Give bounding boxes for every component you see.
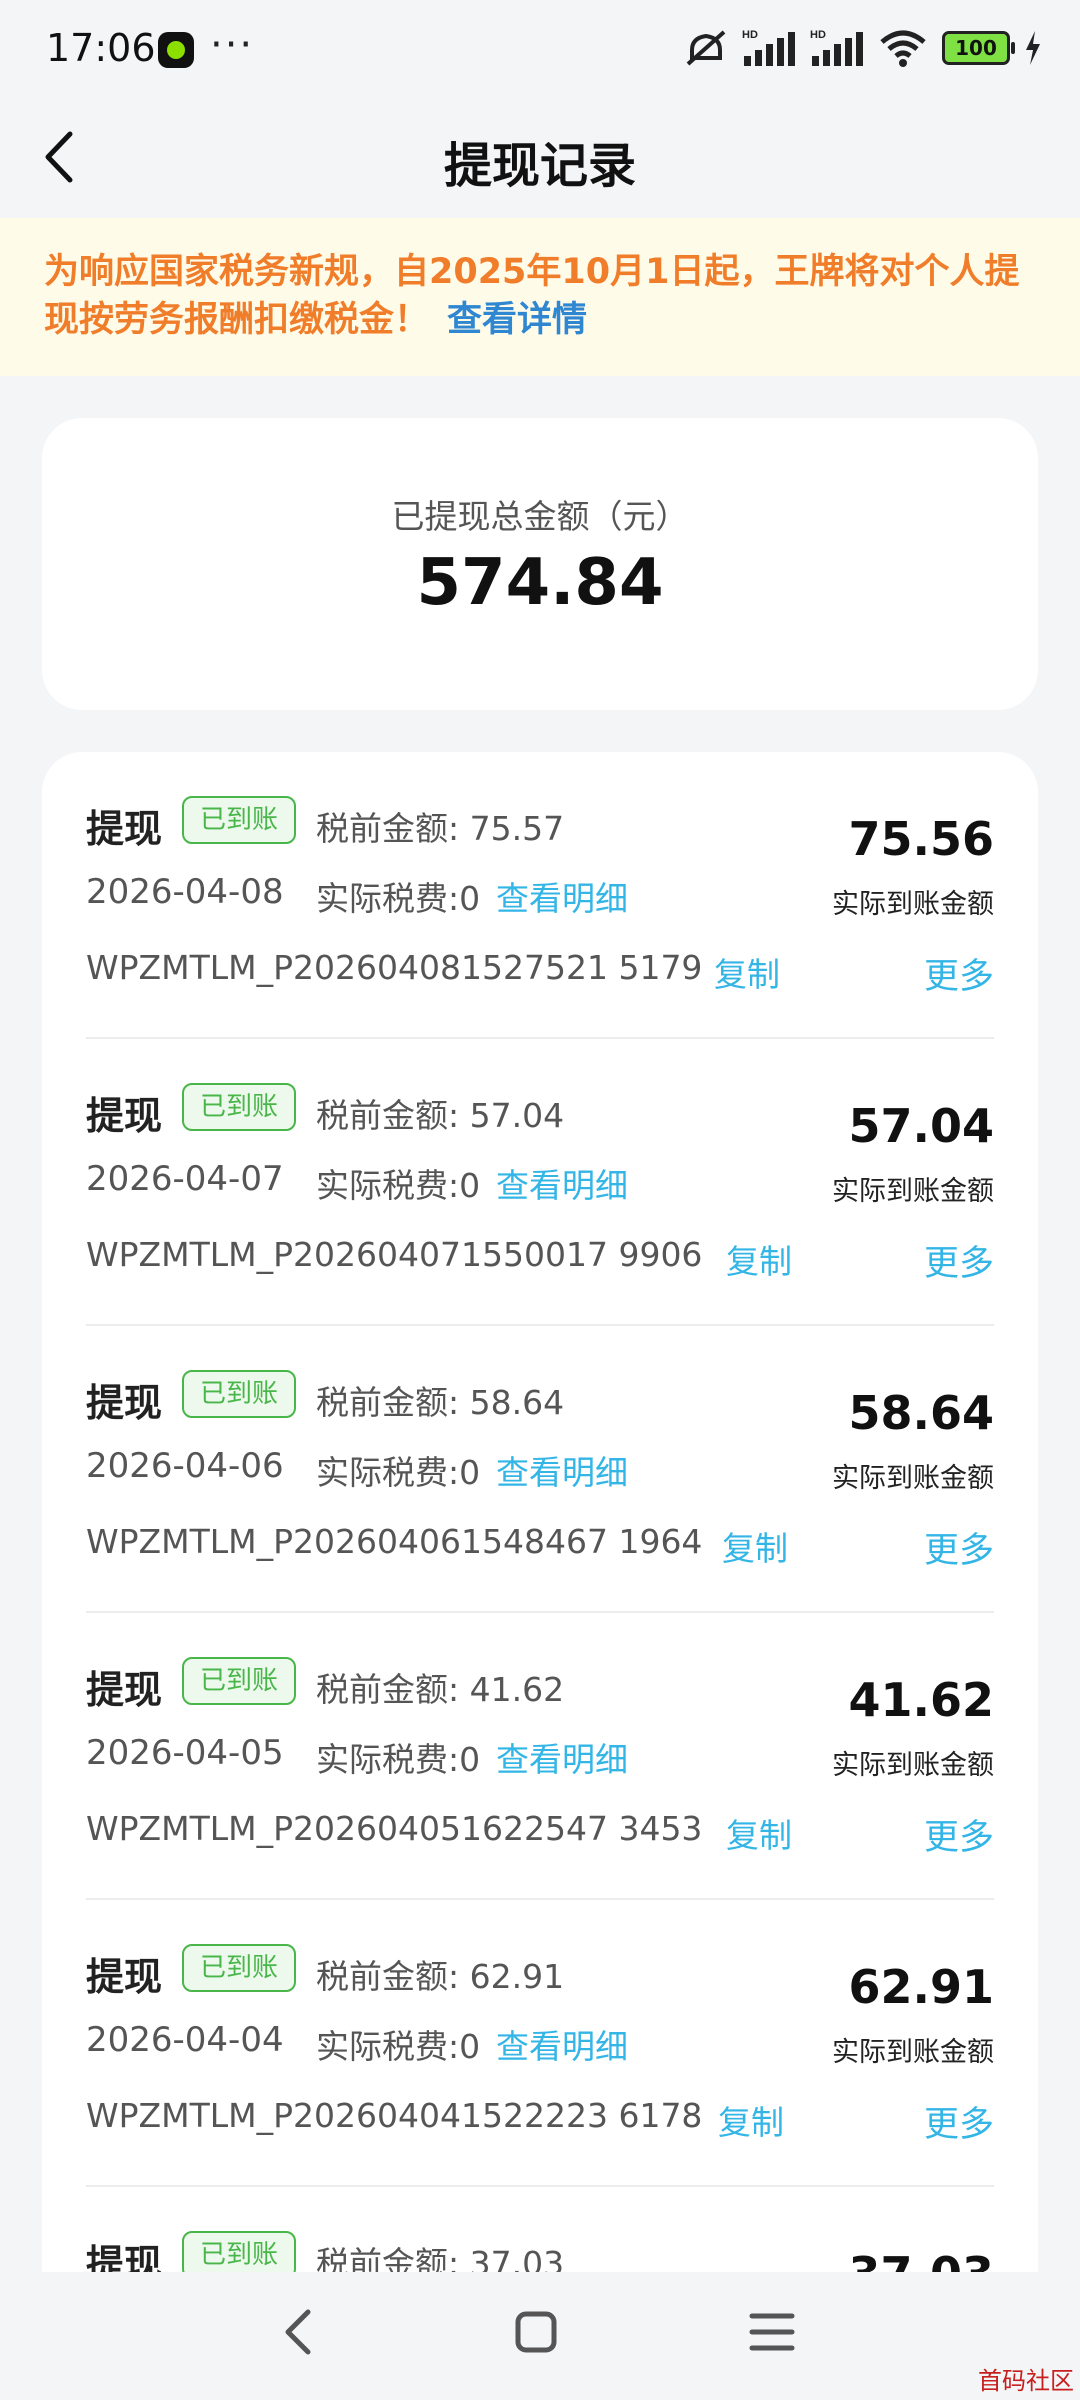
order-number: WPZMTLM_P202604061548467 1964 bbox=[86, 1522, 703, 1561]
view-tax-detail-link[interactable]: 查看明细 bbox=[496, 1446, 628, 1494]
more-button[interactable]: 更多 bbox=[924, 1809, 994, 1860]
record-type: 提现 bbox=[86, 1955, 163, 1999]
mute-icon bbox=[686, 30, 726, 66]
back-icon[interactable] bbox=[270, 2302, 330, 2362]
withdrawal-record[interactable]: 提现 已到账 税前金额: 62.91 2026-04-04 实际税费:0 查看明… bbox=[42, 1900, 1038, 2187]
received-amount-label: 实际到账金额 bbox=[832, 1750, 994, 1781]
status-badge: 已到账 bbox=[182, 1657, 296, 1705]
received-amount: 75.56 bbox=[848, 812, 994, 866]
more-icon: ··· bbox=[210, 22, 255, 68]
record-date: 2026-04-07 bbox=[86, 1159, 284, 1199]
battery-icon: 100 bbox=[942, 31, 1015, 65]
system-nav-bar: 首码社区 bbox=[0, 2272, 1080, 2400]
actual-tax: 实际税费:0 bbox=[316, 879, 481, 918]
app-icon bbox=[158, 32, 194, 68]
pretax-amount: 税前金额: 41.62 bbox=[316, 1670, 565, 1709]
copy-button[interactable]: 复制 bbox=[722, 1522, 788, 1570]
view-tax-detail-link[interactable]: 查看明细 bbox=[496, 1733, 628, 1781]
status-time: 17:06 bbox=[46, 26, 156, 70]
received-amount-label: 实际到账金额 bbox=[832, 2037, 994, 2068]
withdrawal-record[interactable]: 提现 已到账 税前金额: 57.04 2026-04-07 实际税费:0 查看明… bbox=[42, 1039, 1038, 1326]
copy-button[interactable]: 复制 bbox=[714, 948, 780, 996]
status-icons: HD HD 100 bbox=[684, 28, 1042, 68]
more-button[interactable]: 更多 bbox=[924, 1522, 994, 1573]
actual-tax: 实际税费:0 bbox=[316, 2027, 481, 2066]
status-badge: 已到账 bbox=[182, 1944, 296, 1992]
total-amount: 574.84 bbox=[416, 546, 664, 620]
wifi-icon bbox=[880, 30, 926, 67]
received-amount: 57.04 bbox=[848, 1099, 994, 1153]
withdrawal-record[interactable]: 提现 已到账 税前金额: 37.03 37.03 bbox=[42, 2187, 1038, 2272]
order-number: WPZMTLM_P202604041522223 6178 bbox=[86, 2096, 703, 2135]
received-amount: 37.03 bbox=[848, 2247, 994, 2272]
nav-header: 提现记录 bbox=[0, 100, 1080, 218]
actual-tax: 实际税费:0 bbox=[316, 1166, 481, 1205]
menu-icon[interactable] bbox=[742, 2302, 802, 2362]
status-badge: 已到账 bbox=[182, 2231, 296, 2272]
signal-hd-icon: HD bbox=[810, 29, 863, 66]
signal-hd-icon: HD bbox=[742, 29, 795, 66]
copy-button[interactable]: 复制 bbox=[718, 2096, 784, 2144]
status-bar: 17:06 ··· HD HD 100 bbox=[0, 0, 1080, 100]
more-button[interactable]: 更多 bbox=[924, 948, 994, 999]
withdrawal-record[interactable]: 提现 已到账 税前金额: 75.57 2026-04-08 实际税费:0 查看明… bbox=[42, 752, 1038, 1039]
received-amount: 58.64 bbox=[848, 1386, 994, 1440]
pretax-amount: 税前金额: 75.57 bbox=[316, 809, 565, 848]
record-type: 提现 bbox=[86, 1094, 163, 1138]
view-tax-detail-link[interactable]: 查看明细 bbox=[496, 872, 628, 920]
received-amount-label: 实际到账金额 bbox=[832, 1463, 994, 1494]
record-date: 2026-04-06 bbox=[86, 1446, 284, 1486]
received-amount-label: 实际到账金额 bbox=[832, 889, 994, 920]
more-button[interactable]: 更多 bbox=[924, 2096, 994, 2147]
svg-text:HD: HD bbox=[810, 29, 826, 41]
withdrawal-record-list: 提现 已到账 税前金额: 75.57 2026-04-08 实际税费:0 查看明… bbox=[42, 752, 1038, 2272]
withdrawal-record[interactable]: 提现 已到账 税前金额: 41.62 2026-04-05 实际税费:0 查看明… bbox=[42, 1613, 1038, 1900]
watermark: 首码社区 bbox=[978, 2367, 1074, 2395]
status-badge: 已到账 bbox=[182, 1083, 296, 1131]
more-button[interactable]: 更多 bbox=[924, 1235, 994, 1286]
order-number: WPZMTLM_P202604051622547 3453 bbox=[86, 1809, 703, 1848]
order-number: WPZMTLM_P202604081527521 5179 bbox=[86, 948, 703, 987]
page-title: 提现记录 bbox=[443, 138, 636, 194]
record-type: 提现 bbox=[86, 807, 163, 851]
received-amount: 62.91 bbox=[848, 1960, 994, 2014]
record-date: 2026-04-05 bbox=[86, 1733, 284, 1773]
record-date: 2026-04-04 bbox=[86, 2020, 284, 2060]
view-tax-detail-link[interactable]: 查看明细 bbox=[496, 1159, 628, 1207]
status-badge: 已到账 bbox=[182, 1370, 296, 1418]
tax-notice-banner: 为响应国家税务新规，自2025年10月1日起，王牌将对个人提现按劳务报酬扣缴税金… bbox=[0, 218, 1080, 376]
copy-button[interactable]: 复制 bbox=[726, 1235, 792, 1283]
view-details-link[interactable]: 查看详情 bbox=[447, 300, 587, 340]
actual-tax: 实际税费:0 bbox=[316, 1740, 481, 1779]
copy-button[interactable]: 复制 bbox=[726, 1809, 792, 1857]
pretax-amount: 税前金额: 57.04 bbox=[316, 1096, 565, 1135]
record-type: 提现 bbox=[86, 2242, 163, 2272]
withdrawal-record[interactable]: 提现 已到账 税前金额: 58.64 2026-04-06 实际税费:0 查看明… bbox=[42, 1326, 1038, 1613]
pretax-amount: 税前金额: 37.03 bbox=[316, 2244, 565, 2272]
view-tax-detail-link[interactable]: 查看明细 bbox=[496, 2020, 628, 2068]
total-label: 已提现总金额（元） bbox=[391, 497, 689, 536]
svg-text:HD: HD bbox=[742, 29, 758, 41]
record-type: 提现 bbox=[86, 1381, 163, 1425]
withdrawn-total-card: 已提现总金额（元） 574.84 bbox=[42, 418, 1038, 710]
actual-tax: 实际税费:0 bbox=[316, 1453, 481, 1492]
record-date: 2026-04-08 bbox=[86, 872, 284, 912]
record-type: 提现 bbox=[86, 1668, 163, 1712]
status-badge: 已到账 bbox=[182, 796, 296, 844]
charging-icon bbox=[1026, 31, 1040, 65]
home-icon[interactable] bbox=[506, 2302, 566, 2362]
pretax-amount: 税前金额: 58.64 bbox=[316, 1383, 565, 1422]
received-amount: 41.62 bbox=[848, 1673, 994, 1727]
received-amount-label: 实际到账金额 bbox=[832, 1176, 994, 1207]
pretax-amount: 税前金额: 62.91 bbox=[316, 1957, 565, 1996]
order-number: WPZMTLM_P202604071550017 9906 bbox=[86, 1235, 703, 1274]
